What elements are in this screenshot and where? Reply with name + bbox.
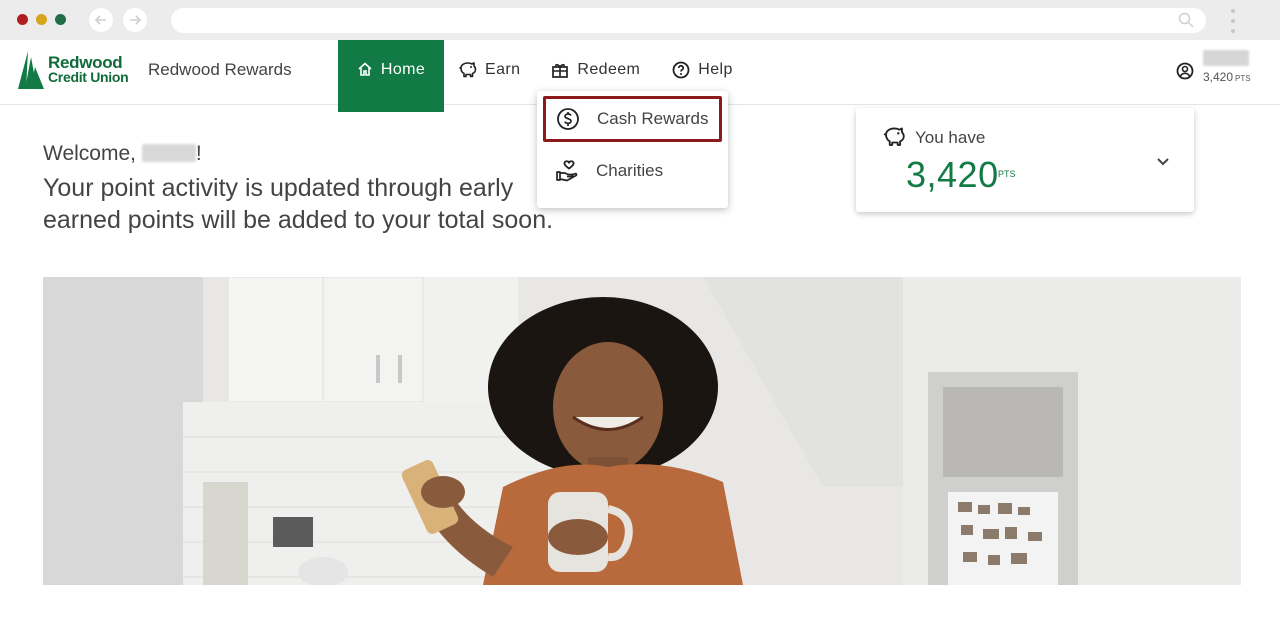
browser-back-button[interactable]	[89, 8, 113, 32]
hero-photo-illustration	[43, 277, 1241, 585]
points-card-unit: PTS	[998, 169, 1016, 179]
account-points: 3,420 PTS	[1203, 70, 1251, 84]
points-card-value: 3,420	[906, 154, 999, 195]
site-title: Redwood Rewards	[148, 60, 292, 79]
window-maximize-dot[interactable]	[55, 14, 66, 25]
hand-heart-icon	[555, 159, 581, 183]
menu-item-cash-rewards-label: Cash Rewards	[597, 109, 709, 128]
nav-redeem-label: Redeem	[577, 61, 641, 78]
user-circle-icon	[1176, 62, 1194, 85]
tree-logo-icon	[18, 51, 44, 89]
account-name-redacted	[1203, 50, 1249, 66]
redeem-dropdown: Cash Rewards Charities	[537, 91, 728, 208]
help-circle-icon	[672, 61, 690, 79]
points-card-label: You have	[915, 128, 986, 147]
kebab-menu-icon[interactable]	[1229, 9, 1237, 33]
nav-home-label: Home	[380, 61, 426, 78]
redwood-logo[interactable]: Redwood Credit Union	[18, 49, 129, 91]
nav-home[interactable]: Home	[338, 40, 444, 112]
piggy-bank-icon	[458, 61, 477, 79]
logo-line1: Redwood	[48, 53, 123, 72]
nav-earn-label: Earn	[485, 61, 521, 78]
menu-item-charities-label: Charities	[596, 161, 664, 180]
home-icon	[357, 61, 373, 77]
menu-item-cash-rewards[interactable]: Cash Rewards	[543, 96, 722, 142]
logo-line2: Credit Union	[48, 69, 129, 85]
dollar-circle-icon	[556, 107, 580, 131]
hero-image	[43, 277, 1241, 585]
address-bar[interactable]	[171, 8, 1206, 33]
arrow-left-icon	[94, 15, 106, 25]
nav-earn[interactable]: Earn	[458, 40, 520, 112]
window-close-dot[interactable]	[17, 14, 28, 25]
welcome-greeting: Welcome, !	[43, 142, 202, 165]
browser-chrome	[0, 0, 1280, 40]
chevron-down-icon[interactable]	[1156, 154, 1170, 172]
menu-item-charities[interactable]: Charities	[543, 148, 722, 194]
window-minimize-dot[interactable]	[36, 14, 47, 25]
piggy-bank-icon	[882, 126, 906, 153]
nav-help-label: Help	[698, 61, 733, 78]
points-balance-card[interactable]: You have 3,420 PTS	[856, 108, 1194, 212]
arrow-right-icon	[130, 15, 142, 25]
browser-forward-button[interactable]	[123, 8, 147, 32]
gift-icon	[551, 61, 569, 79]
user-name-redacted	[141, 144, 196, 162]
search-icon	[1178, 12, 1194, 33]
